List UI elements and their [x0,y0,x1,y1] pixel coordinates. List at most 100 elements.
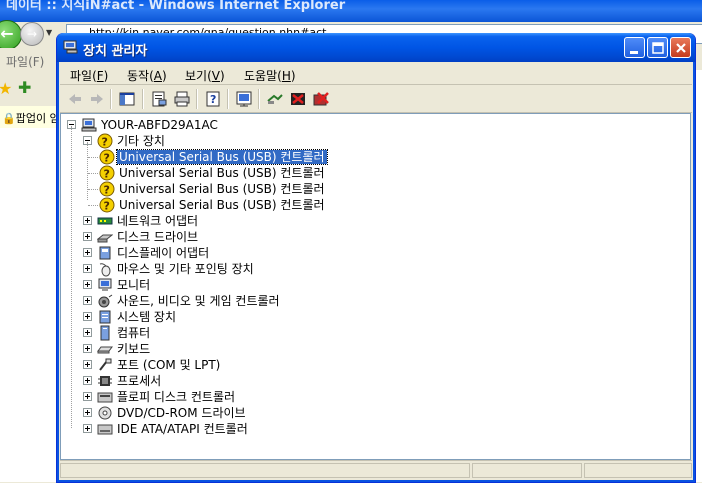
window-titlebar[interactable]: 장치 관리자 [57,33,695,62]
tree-item-other-devices[interactable]: ? 기타 장치 [83,133,283,149]
tree-category-item[interactable]: 디스크 드라이브 [83,229,383,245]
forward-arrow-icon[interactable] [88,90,106,108]
svg-text:?: ? [102,136,108,149]
sound-icon [98,294,113,308]
tree-category-item[interactable]: DVD/CD-ROM 드라이브 [83,405,383,421]
tree-line [88,173,98,174]
expand-toggle[interactable] [83,392,92,401]
tree-line [88,157,98,158]
uninstall-device-icon[interactable] [312,90,330,108]
system-device-icon [99,310,111,324]
tree-category-item[interactable]: IDE ATA/ATAPI 컨트롤러 [83,421,383,437]
expand-toggle[interactable] [83,424,92,433]
minimize-button[interactable] [624,37,645,58]
ie-title: 데이터 :: 지식iN#act - Windows Internet Explo… [6,0,346,13]
show-hide-tree-icon[interactable] [118,90,136,108]
expand-toggle[interactable] [83,264,92,273]
expand-toggle[interactable] [83,408,92,417]
port-icon [99,358,112,371]
minimize-icon [630,51,638,54]
floppy-controller-icon [97,392,113,403]
tree-category-item[interactable]: 키보드 [83,341,383,357]
device-label: Universal Serial Bus (USB) 컨트롤러 [119,182,325,196]
device-label: Universal Serial Bus (USB) 컨트롤러 [119,198,325,212]
status-pane [584,463,692,478]
category-label: 네트워크 어댑터 [117,214,199,228]
disable-device-icon[interactable] [289,90,307,108]
unknown-device-warning-icon: ? [99,197,115,213]
ie-history-dropdown-icon[interactable]: ▼ [46,28,52,37]
monitor-icon [98,278,112,291]
tree-category-item[interactable]: 프로세서 [83,373,383,389]
device-manager-window: 장치 관리자 파일(F) 동작(A) 보기(V) 도움말(H) ? YOUR-A… [56,33,696,483]
add-favorite-icon[interactable]: ✚ [18,78,31,97]
svg-text:?: ? [104,184,110,197]
tree-category-item[interactable]: 마우스 및 기타 포인팅 장치 [83,261,383,277]
tree-category-item[interactable]: 포트 (COM 및 LPT) [83,357,383,373]
status-pane [472,463,582,478]
expand-toggle[interactable] [83,296,92,305]
update-driver-icon[interactable] [266,90,284,108]
usb-controller-item[interactable]: ? Universal Serial Bus (USB) 컨트롤러 [88,165,359,181]
back-arrow-icon[interactable] [66,90,84,108]
expand-toggle[interactable] [83,344,92,353]
expand-toggle[interactable] [83,360,92,369]
ie-forward-button[interactable]: → [20,22,44,46]
device-label: Universal Serial Bus (USB) 컨트롤러 [119,166,325,180]
tree-line [88,205,98,206]
expand-toggle[interactable] [83,328,92,337]
toolbar-separator [142,89,144,109]
help-icon[interactable]: ? [204,90,222,108]
properties-icon[interactable] [150,90,168,108]
category-label: 포트 (COM 및 LPT) [117,358,221,372]
print-icon[interactable] [173,90,191,108]
usb-controller-item[interactable]: ? Universal Serial Bus (USB) 컨트롤러 [88,197,359,213]
tree-category-item[interactable]: 모니터 [83,277,383,293]
toolbar-separator [258,89,260,109]
tree-category-item[interactable]: 사운드, 비디오 및 게임 컨트롤러 [83,293,383,309]
tree-line [87,142,88,200]
category-label: 시스템 장치 [117,310,177,324]
category-label: 사운드, 비디오 및 게임 컨트롤러 [117,294,280,308]
device-tree[interactable]: YOUR-ABFD29A1AC ? 기타 장치 ? Universal Seria… [60,113,691,460]
tree-category-item[interactable]: 디스플레이 어댑터 [83,245,383,261]
tree-category-item[interactable]: 네트워크 어댑터 [83,213,383,229]
menu-help[interactable]: 도움말(H) [244,67,296,84]
menu-file[interactable]: 파일(F) [70,67,108,84]
svg-text:?: ? [210,93,216,106]
maximize-button[interactable] [647,37,668,58]
keyboard-icon [97,346,113,354]
close-button[interactable] [670,37,691,58]
network-adapter-icon [97,217,113,225]
expand-toggle[interactable] [83,248,92,257]
ie-titlebar: 데이터 :: 지식iN#act - Windows Internet Explo… [0,0,702,22]
maximize-icon [652,42,664,54]
svg-text:?: ? [104,168,110,181]
ie-popup-blocked-bar[interactable]: 🔒팝업이 임 [0,106,60,129]
processor-icon [98,376,112,386]
toolbar-separator [196,89,198,109]
device-manager-icon [63,40,78,54]
tree-category-item[interactable]: 플로피 디스크 컨트롤러 [83,389,383,405]
menu-view[interactable]: 보기(V) [185,67,225,84]
usb-controller-item[interactable]: ? Universal Serial Bus (USB) 컨트롤러 [88,149,359,165]
popup-blocked-text: 🔒팝업이 임 [2,112,60,125]
favorites-star-icon[interactable]: ★ [0,79,12,98]
ie-menu-file[interactable]: 파일(F) [6,53,44,70]
tree-root[interactable]: YOUR-ABFD29A1AC [67,117,267,133]
expand-toggle[interactable] [83,216,92,225]
expand-toggle[interactable] [83,312,92,321]
tree-category-item[interactable]: 시스템 장치 [83,309,383,325]
expand-toggle[interactable] [83,280,92,289]
svg-text:?: ? [104,200,110,213]
expand-toggle[interactable] [83,232,92,241]
mouse-icon [99,263,111,277]
menubar: 파일(F) 동작(A) 보기(V) 도움말(H) [60,63,692,85]
usb-controller-item[interactable]: ? Universal Serial Bus (USB) 컨트롤러 [88,181,359,197]
expand-toggle[interactable] [83,376,92,385]
computer-name: YOUR-ABFD29A1AC [101,118,218,132]
menu-action[interactable]: 동작(A) [127,67,167,84]
scan-hardware-icon[interactable] [235,90,253,108]
category-label: 키보드 [117,342,151,356]
tree-category-item[interactable]: 컴퓨터 [83,325,383,341]
